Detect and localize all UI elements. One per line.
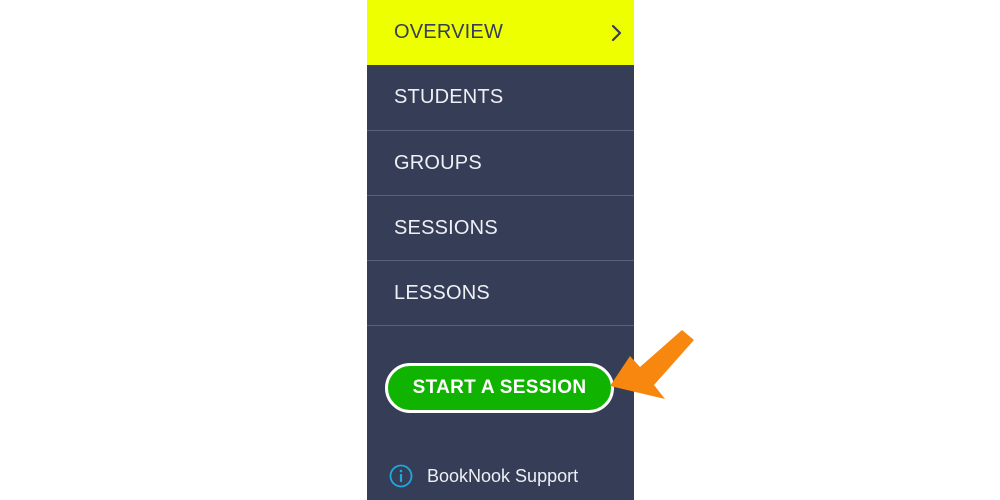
support-link[interactable]: BookNook Support	[389, 463, 578, 489]
nav-item-overview[interactable]: OVERVIEW	[367, 0, 634, 65]
nav-item-label: OVERVIEW	[394, 21, 504, 43]
start-session-container: START A SESSION	[385, 363, 616, 415]
nav-item-sessions[interactable]: SESSIONS	[367, 196, 634, 261]
info-icon	[389, 464, 413, 488]
nav-item-label: GROUPS	[394, 151, 482, 174]
nav-item-label: STUDENTS	[394, 86, 504, 108]
sidebar-nav: OVERVIEW STUDENTS GROUPS SESSIONS LESSON…	[367, 0, 634, 500]
chevron-right-icon	[610, 23, 622, 43]
support-link-label: BookNook Support	[427, 465, 579, 486]
pointer-arrow-icon	[590, 326, 700, 404]
screen: OVERVIEW STUDENTS GROUPS SESSIONS LESSON…	[0, 0, 1000, 500]
nav-item-students[interactable]: STUDENTS	[367, 65, 634, 131]
nav-item-label: LESSONS	[394, 281, 490, 304]
nav-item-groups[interactable]: GROUPS	[367, 131, 634, 196]
start-session-button[interactable]: START A SESSION	[385, 363, 614, 413]
nav-item-lessons[interactable]: LESSONS	[367, 261, 634, 326]
nav-item-label: SESSIONS	[394, 216, 498, 239]
